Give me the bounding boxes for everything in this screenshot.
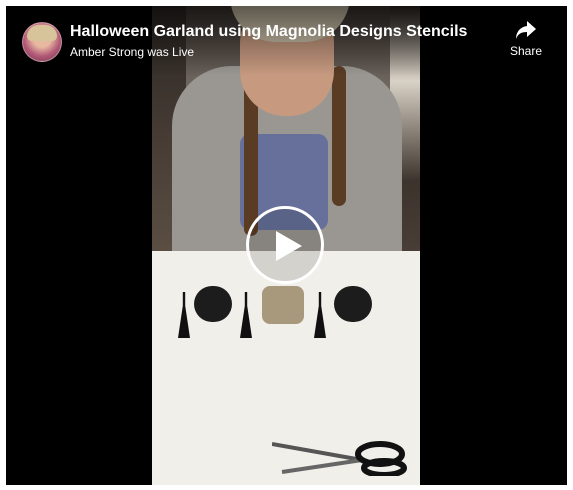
title-bar: [6, 6, 567, 76]
video-scissors: [272, 441, 407, 476]
garland-tassel: [240, 292, 252, 338]
play-button[interactable]: [246, 206, 324, 284]
avatar[interactable]: [22, 22, 62, 62]
video-garland: [178, 286, 418, 346]
video-braid-right: [332, 66, 346, 206]
garland-pumpkin: [334, 286, 372, 322]
video-player[interactable]: Halloween Garland using Magnolia Designs…: [6, 6, 567, 485]
garland-tassel: [178, 292, 190, 338]
play-icon: [276, 231, 302, 261]
avatar-hair: [27, 25, 57, 41]
garland-pumpkin: [194, 286, 232, 322]
video-subtitle[interactable]: Amber Strong was Live: [70, 45, 194, 59]
share-button[interactable]: Share: [501, 20, 551, 66]
garland-glitter-piece: [262, 286, 304, 324]
share-label: Share: [509, 44, 543, 58]
garland-tassel: [314, 292, 326, 338]
video-title[interactable]: Halloween Garland using Magnolia Designs…: [70, 23, 467, 41]
share-arrow-icon: [516, 21, 536, 39]
